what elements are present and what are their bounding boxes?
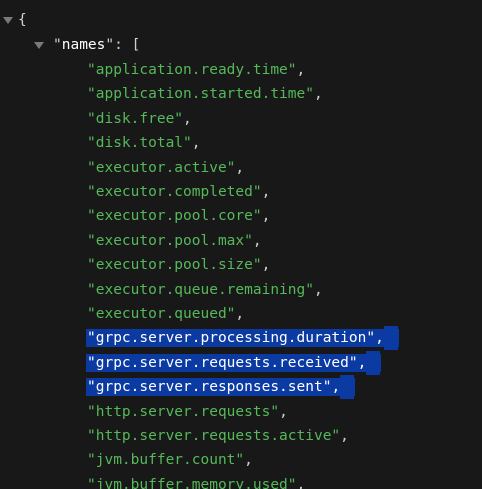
array-item-value: "grpc.server.responses.sent": [87, 379, 332, 396]
array-item-value: "executor.pool.core": [87, 208, 262, 225]
array-item-text: "application.started.time",: [87, 86, 323, 102]
array-item-comma: ,: [313, 281, 323, 298]
array-item[interactable]: "grpc.server.requests.received",: [87, 350, 381, 375]
array-item-text: "jvm.buffer.count",: [87, 452, 253, 468]
array-item-comma: ,: [261, 208, 271, 225]
array-item-comma: ,: [235, 306, 245, 322]
array-item-text: "executor.queued",: [87, 306, 244, 322]
array-item-text: "executor.pool.core",: [87, 208, 270, 224]
array-item-value: "application.ready.time": [87, 62, 297, 78]
array-item-value: "http.server.requests.active": [87, 428, 341, 444]
open-brace: {: [18, 12, 27, 28]
array-item-value: "disk.free": [87, 110, 184, 127]
array-item[interactable]: "application.started.time",: [87, 82, 323, 106]
array-item-text: "jvm.buffer.memory.used",: [87, 477, 305, 489]
array-item[interactable]: "executor.completed",: [87, 180, 270, 204]
array-item[interactable]: "http.server.requests",: [87, 400, 288, 424]
array-item-value: "executor.queued": [87, 306, 236, 322]
array-item-comma: ,: [331, 379, 341, 396]
array-item-text: "grpc.server.responses.sent",: [87, 375, 355, 400]
array-item-text: "disk.free",: [87, 111, 192, 127]
array-item-text: "http.server.requests.active",: [87, 428, 349, 444]
array-item-comma: ,: [340, 428, 349, 444]
array-item-value: "executor.active": [87, 159, 236, 176]
array-item-comma: ,: [252, 232, 262, 249]
selection-trail: [383, 326, 398, 351]
root-collapse-toggle-icon[interactable]: [3, 17, 13, 24]
array-item-value: "http.server.requests": [87, 403, 280, 420]
array-item-comma: ,: [191, 135, 201, 152]
array-item-value: "executor.pool.max": [87, 232, 253, 249]
array-item[interactable]: "disk.total",: [87, 131, 201, 155]
array-item-value: "grpc.server.requests.received": [87, 354, 358, 371]
array-item-comma: ,: [313, 86, 323, 103]
array-item[interactable]: "grpc.server.processing.duration",: [87, 326, 398, 351]
array-item-text: "grpc.server.processing.duration",: [87, 326, 398, 351]
array-item[interactable]: "executor.pool.size",: [87, 253, 270, 277]
array-item-text: "http.server.requests",: [87, 404, 288, 420]
array-item-comma: ,: [296, 476, 306, 489]
array-item-comma: ,: [375, 330, 384, 347]
array-item[interactable]: "executor.pool.core",: [87, 204, 270, 228]
array-item-value: "application.started.time": [87, 86, 314, 103]
array-item-text: "disk.total",: [87, 135, 201, 151]
array-item-value: "executor.completed": [87, 184, 262, 200]
array-item[interactable]: "jvm.buffer.count",: [87, 448, 253, 472]
array-item-comma: ,: [357, 354, 367, 371]
array-item-value: "grpc.server.processing.duration": [87, 330, 376, 347]
array-item[interactable]: "executor.queue.remaining",: [87, 278, 323, 302]
array-item[interactable]: "grpc.server.responses.sent",: [87, 375, 355, 400]
json-viewer: { "names": [ "application.ready.time", "a…: [0, 0, 482, 489]
array-item-text: "executor.pool.max",: [87, 233, 262, 249]
array-item-text: "application.ready.time",: [87, 62, 305, 78]
array-item-text: "executor.completed",: [87, 184, 270, 200]
array-item[interactable]: "http.server.requests.active",: [87, 424, 349, 448]
names-key: "names": [: [53, 37, 141, 53]
array-item-comma: ,: [244, 452, 253, 469]
array-item-value: "disk.total": [87, 135, 192, 152]
array-item-comma: ,: [261, 257, 271, 274]
array-item-value: "jvm.buffer.count": [87, 452, 245, 469]
array-item[interactable]: "jvm.buffer.memory.used",: [87, 473, 305, 489]
array-item-text: "executor.active",: [87, 160, 244, 176]
array-item[interactable]: "executor.queued",: [87, 302, 244, 326]
array-item-value: "executor.pool.size": [87, 257, 262, 274]
array-item-comma: ,: [183, 110, 192, 127]
array-item-text: "executor.pool.size",: [87, 257, 270, 273]
array-item[interactable]: "disk.free",: [87, 107, 192, 131]
selection-trail: [366, 350, 381, 375]
array-item-text: "executor.queue.remaining",: [87, 282, 323, 298]
array-item[interactable]: "executor.active",: [87, 156, 244, 180]
names-collapse-toggle-icon[interactable]: [34, 42, 44, 49]
array-item-text: "grpc.server.requests.received",: [87, 350, 381, 375]
array-item[interactable]: "executor.pool.max",: [87, 229, 262, 253]
array-item-value: "jvm.buffer.memory.used": [87, 476, 297, 489]
array-item-comma: ,: [279, 403, 288, 420]
array-item-comma: ,: [261, 184, 271, 200]
selection-trail: [340, 375, 355, 400]
array-item-comma: ,: [235, 159, 245, 176]
array-item-value: "executor.queue.remaining": [87, 281, 314, 298]
array-item-comma: ,: [296, 62, 306, 78]
array-item[interactable]: "application.ready.time",: [87, 58, 305, 82]
